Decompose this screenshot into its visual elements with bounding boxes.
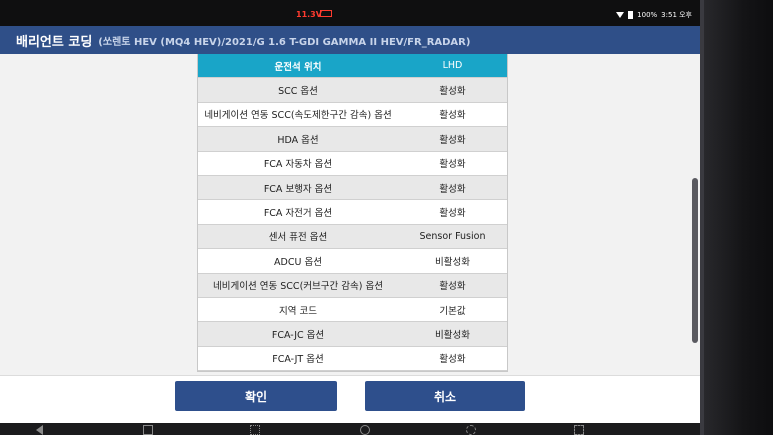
table-row[interactable]: ADCU 옵션 비활성화	[198, 249, 507, 274]
apps-grid-icon[interactable]	[250, 425, 260, 435]
device-bezel	[700, 0, 773, 435]
gear-icon[interactable]	[466, 425, 476, 435]
option-value: 활성화	[439, 110, 466, 122]
table-row[interactable]: 지역 코드 기본값	[198, 297, 507, 323]
option-name: HDA 옵션	[277, 134, 319, 146]
option-name: FCA 자동차 옵션	[263, 159, 333, 171]
option-value: 비활성화	[435, 329, 470, 341]
option-name: ADCU 옵션	[274, 256, 322, 268]
status-right: 100% 3:51 오후	[616, 10, 692, 20]
option-name: 네비게이션 연동 SCC(커브구간 감속) 옵션	[213, 281, 383, 293]
option-value: 비활성화	[435, 256, 470, 268]
button-bar: 확인 취소	[0, 375, 700, 424]
table-row[interactable]: FCA 자전거 옵션 활성화	[198, 200, 507, 225]
option-name: FCA 자전거 옵션	[263, 208, 333, 220]
table-row[interactable]: 네비게이션 연동 SCC(커브구간 감속) 옵션 활성화	[198, 273, 507, 298]
option-value: 활성화	[439, 183, 466, 195]
recent-apps-icon[interactable]	[143, 425, 153, 435]
table-row[interactable]: 네비게이션 연동 SCC(속도제한구간 감속) 옵션 활성화	[198, 102, 507, 128]
header-name: 운전석 위치	[274, 61, 322, 73]
cancel-button[interactable]: 취소	[365, 381, 525, 411]
table-row[interactable]: HDA 옵션 활성화	[198, 127, 507, 152]
back-icon[interactable]	[36, 425, 43, 435]
option-name: 네비게이션 연동 SCC(속도제한구간 감속) 옵션	[204, 110, 392, 122]
option-value: 활성화	[439, 159, 466, 171]
clock: 3:51 오후	[661, 11, 692, 19]
table-row[interactable]: FCA-JT 옵션 활성화	[198, 346, 507, 372]
content-area[interactable]: 운전석 위치 LHD SCC 옵션 활성화 네비게이션 연동 SCC(속도제한구간 …	[0, 54, 700, 375]
confirm-button[interactable]: 확인	[175, 381, 337, 411]
page-title: 배리언트 코딩	[16, 34, 93, 50]
car-battery-icon	[320, 10, 332, 17]
table-row[interactable]: FCA-JC 옵션 비활성화	[198, 322, 507, 347]
option-name: 센서 퓨전 옵션	[268, 232, 328, 244]
app-screen: 11.3V 100% 3:51 오후 배리언트 코딩 (쏘렌토 HEV (MQ4…	[0, 0, 700, 435]
table-row[interactable]: 센서 퓨전 옵션 Sensor Fusion	[198, 224, 507, 250]
option-name: FCA-JC 옵션	[271, 329, 325, 341]
option-value: 활성화	[439, 281, 466, 293]
wifi-icon	[616, 12, 625, 18]
bezel-edge	[700, 0, 704, 435]
battery-percent: 100%	[637, 11, 658, 19]
option-name: SCC 옵션	[278, 86, 318, 98]
option-value: 활성화	[439, 134, 466, 146]
option-value: 기본값	[439, 305, 466, 317]
option-name: FCA 보행자 옵션	[263, 183, 333, 195]
status-bar: 11.3V 100% 3:51 오후	[0, 0, 700, 26]
variant-table: 운전석 위치 LHD SCC 옵션 활성화 네비게이션 연동 SCC(속도제한구간 …	[197, 54, 508, 373]
option-value: 활성화	[439, 208, 466, 220]
option-value: 활성화	[439, 86, 466, 98]
option-value: 활성화	[439, 354, 466, 366]
option-name: FCA-JT 옵션	[272, 354, 324, 366]
scan-icon[interactable]	[574, 425, 584, 435]
option-value: Sensor Fusion	[419, 230, 486, 242]
voltage-readout: 11.3V	[296, 10, 322, 19]
option-name: 지역 코드	[279, 305, 317, 317]
table-row[interactable]: SCC 옵션 활성화	[198, 78, 507, 103]
table-header-row: 운전석 위치 LHD	[198, 54, 507, 79]
table-row[interactable]: FCA 자동차 옵션 활성화	[198, 151, 507, 176]
android-nav-bar	[0, 423, 700, 435]
vehicle-info: (쏘렌토 HEV (MQ4 HEV)/2021/G 1.6 T-GDI GAMM…	[98, 36, 471, 48]
page-header: 배리언트 코딩 (쏘렌토 HEV (MQ4 HEV)/2021/G 1.6 T-…	[0, 26, 700, 54]
table-row[interactable]: FCA 보행자 옵션 활성화	[198, 175, 507, 201]
header-value: LHD	[442, 60, 463, 72]
globe-icon[interactable]	[360, 425, 370, 435]
scrollbar[interactable]	[692, 178, 698, 343]
battery-icon	[628, 11, 634, 19]
